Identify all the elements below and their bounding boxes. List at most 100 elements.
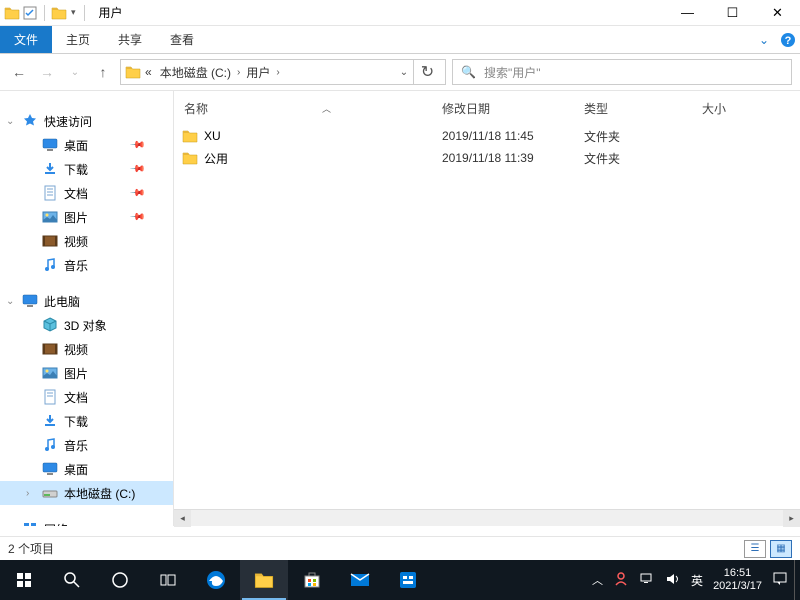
- tree-documents[interactable]: 文档📌: [0, 181, 173, 205]
- tab-share[interactable]: 共享: [104, 26, 156, 53]
- document-icon: [42, 185, 58, 201]
- breadcrumb-users[interactable]: 用户: [242, 64, 274, 81]
- recent-dropdown-icon[interactable]: ⌄: [64, 61, 86, 83]
- search-button[interactable]: [48, 560, 96, 600]
- sort-asc-icon: ︿: [322, 102, 331, 115]
- column-type[interactable]: 类型: [574, 100, 692, 117]
- ime-indicator[interactable]: 英: [691, 572, 703, 589]
- folder-icon: [182, 150, 198, 166]
- breadcrumb-localdisk[interactable]: 本地磁盘 (C:): [156, 64, 235, 81]
- notifications-icon[interactable]: [772, 571, 788, 590]
- file-row[interactable]: 公用 2019/11/18 11:39 文件夹: [174, 147, 800, 169]
- search-input[interactable]: 🔍 搜索"用户": [452, 59, 792, 85]
- column-size[interactable]: 大小: [692, 100, 752, 117]
- back-button[interactable]: ←: [8, 61, 30, 83]
- tree-quick-access[interactable]: ⌄ 快速访问: [0, 109, 173, 133]
- tree-label: 图片: [64, 365, 88, 382]
- drive-icon: [42, 485, 58, 501]
- picture-icon: [42, 365, 58, 381]
- show-desktop-button[interactable]: [794, 560, 800, 600]
- scroll-track[interactable]: [191, 510, 783, 527]
- up-button[interactable]: ↑: [92, 61, 114, 83]
- tree-label: 本地磁盘 (C:): [64, 485, 135, 502]
- breadcrumb-prefix[interactable]: «: [141, 65, 156, 79]
- scroll-right-icon[interactable]: ▸: [783, 510, 800, 527]
- tab-home[interactable]: 主页: [52, 26, 104, 53]
- store-button[interactable]: [288, 560, 336, 600]
- navigation-tree[interactable]: ⌄ 快速访问 桌面📌 下载📌 文档📌 图片📌 视频 音乐 ⌄ 此电脑 3D 对象…: [0, 91, 174, 526]
- music-icon: [42, 437, 58, 453]
- breadcrumb-separator-icon[interactable]: ›: [274, 67, 281, 78]
- breadcrumb-separator-icon[interactable]: ›: [235, 67, 242, 78]
- tray-overflow-icon[interactable]: ︿: [592, 572, 603, 588]
- minimize-button[interactable]: —: [665, 0, 710, 26]
- network-tray-icon[interactable]: [639, 571, 655, 590]
- edge-button[interactable]: [192, 560, 240, 600]
- tree-desktop[interactable]: 桌面: [0, 457, 173, 481]
- clock[interactable]: 16:51 2021/3/17: [713, 567, 762, 593]
- tree-downloads[interactable]: 下载📌: [0, 157, 173, 181]
- column-name[interactable]: 名称 ︿: [174, 100, 432, 117]
- properties-icon[interactable]: [22, 5, 38, 21]
- tree-label: 音乐: [64, 437, 88, 454]
- tree-label: 快速访问: [44, 113, 92, 130]
- tree-network[interactable]: 网络: [0, 517, 173, 526]
- scroll-left-icon[interactable]: ◂: [174, 510, 191, 527]
- task-view-button[interactable]: [144, 560, 192, 600]
- file-date: 2019/11/18 11:45: [432, 129, 574, 143]
- video-icon: [42, 233, 58, 249]
- address-dropdown-icon[interactable]: ⌄: [395, 67, 413, 78]
- tab-view[interactable]: 查看: [156, 26, 208, 53]
- start-button[interactable]: [0, 560, 48, 600]
- file-date: 2019/11/18 11:39: [432, 151, 574, 165]
- tree-videos[interactable]: 视频: [0, 229, 173, 253]
- chevron-down-icon[interactable]: ⌄: [6, 116, 14, 127]
- qat-dropdown-icon[interactable]: ▾: [69, 7, 78, 18]
- file-name: 公用: [204, 150, 228, 167]
- maximize-button[interactable]: ☐: [710, 0, 755, 26]
- search-icon: 🔍: [461, 65, 476, 79]
- tree-local-disk-c[interactable]: › 本地磁盘 (C:): [0, 481, 173, 505]
- file-list-panel: 名称 ︿ 修改日期 类型 大小 XU 2019/11/18 11:45 文件夹 …: [174, 91, 800, 526]
- tab-file[interactable]: 文件: [0, 26, 52, 53]
- tree-label: 图片: [64, 209, 88, 226]
- ribbon-expand-icon[interactable]: ⌄: [752, 26, 776, 53]
- icons-view-button[interactable]: ▦: [770, 540, 792, 558]
- refresh-button[interactable]: ↻: [413, 60, 441, 84]
- app-button[interactable]: [384, 560, 432, 600]
- desktop-icon: [42, 461, 58, 477]
- folder-icon: [125, 64, 141, 80]
- people-icon[interactable]: [613, 571, 629, 590]
- tree-downloads[interactable]: 下载: [0, 409, 173, 433]
- tree-label: 文档: [64, 389, 88, 406]
- tree-videos[interactable]: 视频: [0, 337, 173, 361]
- system-tray[interactable]: ︿ 英 16:51 2021/3/17: [592, 567, 794, 593]
- forward-button[interactable]: →: [36, 61, 58, 83]
- help-icon[interactable]: ?: [776, 26, 800, 53]
- chevron-right-icon[interactable]: ›: [26, 488, 29, 499]
- tree-music[interactable]: 音乐: [0, 433, 173, 457]
- tree-music[interactable]: 音乐: [0, 253, 173, 277]
- tree-this-pc[interactable]: ⌄ 此电脑: [0, 289, 173, 313]
- horizontal-scrollbar[interactable]: ◂ ▸: [174, 509, 800, 526]
- tree-desktop[interactable]: 桌面📌: [0, 133, 173, 157]
- tree-pictures[interactable]: 图片: [0, 361, 173, 385]
- file-row[interactable]: XU 2019/11/18 11:45 文件夹: [174, 125, 800, 147]
- chevron-down-icon[interactable]: ⌄: [6, 296, 14, 307]
- qat-divider-2: [84, 5, 85, 21]
- pc-icon: [22, 293, 38, 309]
- cortana-button[interactable]: [96, 560, 144, 600]
- column-date[interactable]: 修改日期: [432, 100, 574, 117]
- explorer-button[interactable]: [240, 560, 288, 600]
- tree-pictures[interactable]: 图片📌: [0, 205, 173, 229]
- mail-button[interactable]: [336, 560, 384, 600]
- tree-label: 下载: [64, 413, 88, 430]
- details-view-button[interactable]: ☰: [744, 540, 766, 558]
- close-button[interactable]: ✕: [755, 0, 800, 26]
- tree-documents[interactable]: 文档: [0, 385, 173, 409]
- volume-icon[interactable]: [665, 571, 681, 590]
- tree-3d-objects[interactable]: 3D 对象: [0, 313, 173, 337]
- pin-icon: 📌: [128, 161, 145, 178]
- tree-label: 文档: [64, 185, 88, 202]
- address-bar[interactable]: « 本地磁盘 (C:) › 用户 › ⌄ ↻: [120, 59, 446, 85]
